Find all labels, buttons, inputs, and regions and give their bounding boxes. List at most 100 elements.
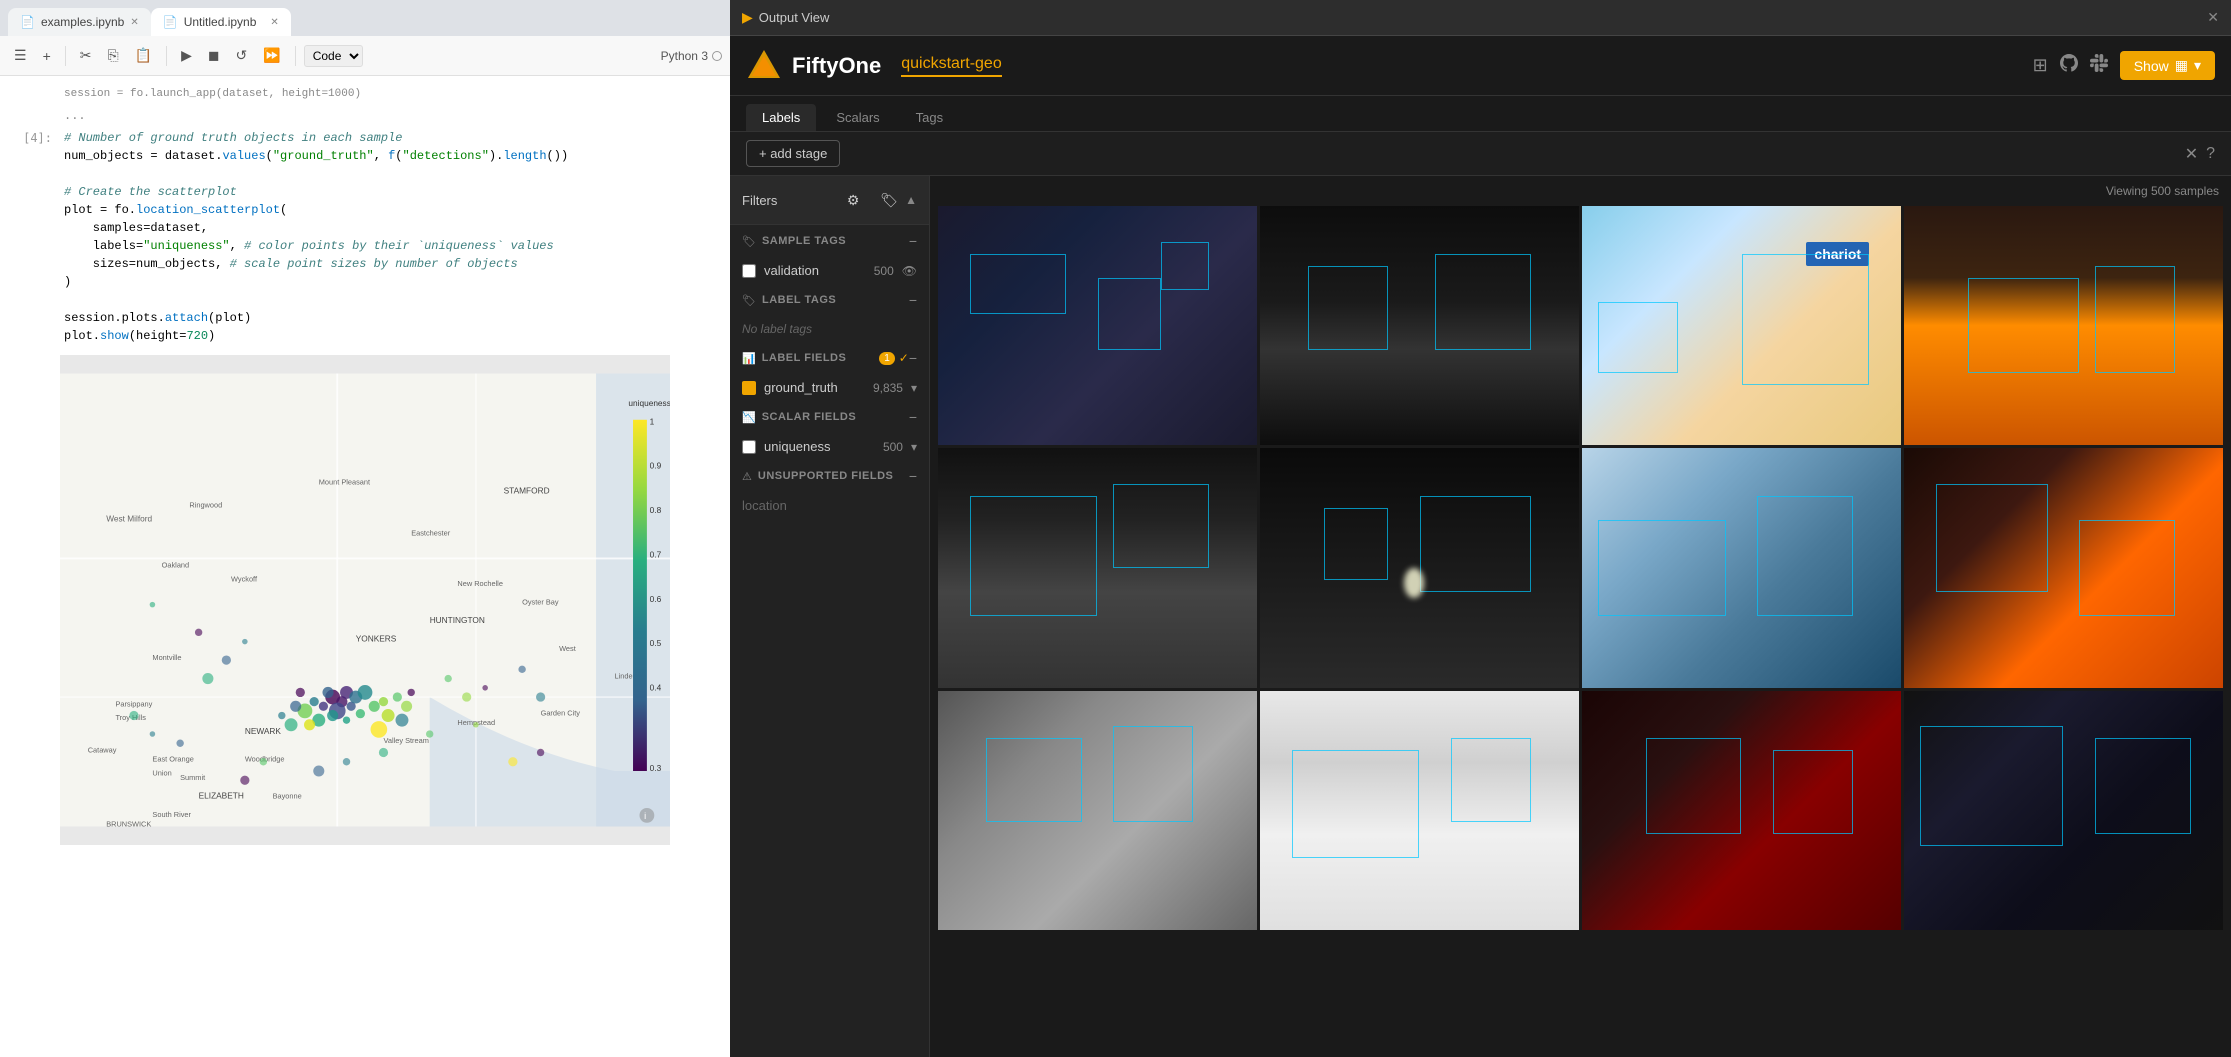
tab-untitled[interactable]: 📄 Untitled.ipynb ✕	[151, 8, 291, 36]
toolbar-stop-btn[interactable]: ◼	[202, 44, 226, 67]
map-container[interactable]: West Milford Ringwood Mount Pleasant STA…	[60, 355, 670, 845]
slack-icon[interactable]	[2090, 54, 2108, 77]
cell-4-content[interactable]: # Number of ground truth objects in each…	[60, 129, 730, 345]
ground-truth-field-row: ground_truth 9,835 ▾	[730, 374, 929, 401]
toolbar-cut-btn[interactable]: ✂	[74, 44, 98, 67]
tab-scalars[interactable]: Scalars	[820, 104, 895, 131]
grid-item-5[interactable]	[938, 448, 1257, 687]
pipeline-close-icon[interactable]: ✕	[2185, 144, 2198, 164]
det-box-5-2	[1113, 484, 1209, 568]
fo-image-grid[interactable]: Viewing 500 samples chariot	[930, 176, 2231, 1057]
code-line-1: # Number of ground truth objects in each…	[60, 129, 730, 147]
grid-item-8[interactable]	[1904, 448, 2223, 687]
grid-item-11[interactable]	[1582, 691, 1901, 930]
fiftyone-panel: ▶ Output View ✕ FiftyOne quickstart-geo …	[730, 0, 2231, 1057]
tab-labels[interactable]: Labels	[746, 104, 816, 131]
kernel-indicator: Python 3	[661, 49, 722, 63]
svg-text:NEWARK: NEWARK	[245, 726, 282, 736]
output-view-title: ▶ Output View	[742, 9, 2207, 26]
jupyter-toolbar: ☰ + ✂ ⎘ 📋 ▶ ◼ ↺ ⏩ Code Python 3	[0, 36, 730, 76]
code-line-2: num_objects = dataset.values("ground_tru…	[60, 147, 730, 165]
det-box-2-1	[1308, 266, 1388, 350]
grid-item-9[interactable]	[938, 691, 1257, 930]
validation-eye-icon[interactable]: 👁	[902, 264, 917, 278]
svg-text:Mount Pleasant: Mount Pleasant	[319, 477, 370, 486]
tab-label-2: Untitled.ipynb	[184, 15, 257, 29]
filter-settings-icon[interactable]: ⚙	[837, 184, 869, 216]
tab-close-1[interactable]: ✕	[130, 17, 138, 28]
pipeline-bar: + add stage ✕ ?	[730, 132, 2231, 176]
fo-header-icons: ⊞ Show ▦ ▾	[2033, 51, 2215, 80]
det-box-7-2	[1757, 496, 1853, 616]
validation-checkbox[interactable]	[742, 264, 756, 278]
tab-close-2[interactable]: ✕	[270, 17, 278, 28]
unsupported-fields-collapse[interactable]: −	[909, 468, 917, 484]
grid-item-6[interactable]	[1260, 448, 1579, 687]
map-svg: West Milford Ringwood Mount Pleasant STA…	[60, 355, 670, 845]
grid-item-7[interactable]	[1582, 448, 1901, 687]
tab-examples[interactable]: 📄 examples.ipynb ✕	[8, 8, 151, 36]
uniqueness-expand-icon[interactable]: ▾	[911, 440, 917, 454]
label-tags-collapse[interactable]: −	[909, 292, 917, 308]
label-fields-section[interactable]: 📊 LABEL FIELDS 1 ✓ −	[730, 342, 929, 374]
grid-item-1[interactable]	[938, 206, 1257, 445]
scalar-fields-label: SCALAR FIELDS	[762, 411, 909, 423]
uniqueness-checkbox[interactable]	[742, 440, 756, 454]
toolbar-copy-btn[interactable]: ⎘	[101, 44, 124, 67]
sample-tags-section[interactable]: 🏷 SAMPLE TAGS −	[730, 225, 929, 257]
validation-tag-row: validation 500 👁	[730, 257, 929, 284]
det-box-3-1	[1742, 254, 1870, 386]
svg-text:0.8: 0.8	[650, 505, 662, 515]
code-line-12: plot.show(height=720)	[60, 327, 730, 345]
toolbar-forward-btn[interactable]: ⏩	[257, 44, 286, 67]
toolbar-menu-btn[interactable]: ☰	[8, 44, 33, 67]
uniqueness-field-row: uniqueness 500 ▾	[730, 433, 929, 460]
filter-tag-icon[interactable]: 🏷	[873, 184, 905, 216]
scalar-fields-section[interactable]: 📉 SCALAR FIELDS −	[730, 401, 929, 433]
det-box-1-3	[1161, 242, 1209, 290]
det-box-3-2	[1598, 302, 1678, 374]
output-view-close[interactable]: ✕	[2207, 9, 2219, 26]
grid-item-10[interactable]	[1260, 691, 1579, 930]
toolbar-paste-btn[interactable]: 📋	[129, 44, 158, 67]
cell-type-select[interactable]: Code	[304, 45, 363, 67]
kernel-label: Python 3	[661, 49, 708, 63]
grid-item-12[interactable]	[1904, 691, 2223, 930]
fo-app-title: FiftyOne	[792, 53, 881, 79]
grid-item-2[interactable]	[1260, 206, 1579, 445]
toolbar-run-btn[interactable]: ▶	[175, 44, 198, 67]
filter-header[interactable]: Filters ⚙ 🏷 ▲	[730, 176, 929, 225]
toolbar-restart-btn[interactable]: ↺	[230, 44, 254, 67]
det-box-5-1	[970, 496, 1098, 616]
grid-item-3[interactable]: chariot	[1582, 206, 1901, 445]
code-line-8: sizes=num_objects, # scale point sizes b…	[60, 255, 730, 273]
svg-text:ELIZABETH: ELIZABETH	[199, 790, 244, 800]
filter-collapse-icon[interactable]: ▲	[905, 193, 917, 207]
toolbar-add-btn[interactable]: +	[37, 45, 57, 67]
svg-text:West Milford: West Milford	[106, 513, 152, 523]
scalar-fields-collapse[interactable]: −	[909, 409, 917, 425]
label-fields-collapse[interactable]: −	[909, 350, 917, 366]
svg-text:Valley Stream: Valley Stream	[383, 736, 428, 745]
grid-item-4[interactable]	[1904, 206, 2223, 445]
tab-tags[interactable]: Tags	[900, 104, 959, 131]
svg-text:i: i	[644, 811, 646, 821]
github-icon[interactable]	[2060, 54, 2078, 77]
pipeline-help-icon[interactable]: ?	[2206, 145, 2215, 163]
svg-text:Ringwood: Ringwood	[189, 500, 222, 509]
add-stage-button[interactable]: + add stage	[746, 140, 840, 167]
sample-tags-collapse[interactable]: −	[909, 233, 917, 249]
ground-truth-expand-icon[interactable]: ▾	[911, 381, 917, 395]
svg-text:Bayonne: Bayonne	[273, 791, 302, 800]
fo-logo: FiftyOne	[746, 48, 881, 84]
det-box-12-2	[2095, 738, 2191, 834]
ground-truth-checkbox[interactable]	[742, 381, 756, 395]
prior-cell-number	[0, 86, 60, 103]
label-tags-section[interactable]: 🏷 LABEL TAGS −	[730, 284, 929, 316]
fo-tabs: Labels Scalars Tags	[730, 96, 2231, 132]
fo-main-content: Filters ⚙ 🏷 ▲ 🏷 SAMPLE TAGS − validation…	[730, 176, 2231, 1057]
grid-icon[interactable]: ⊞	[2033, 55, 2048, 76]
kernel-status-circle	[712, 51, 722, 61]
unsupported-fields-section[interactable]: ⚠ UNSUPPORTED FIELDS −	[730, 460, 929, 492]
show-button[interactable]: Show ▦ ▾	[2120, 51, 2215, 80]
